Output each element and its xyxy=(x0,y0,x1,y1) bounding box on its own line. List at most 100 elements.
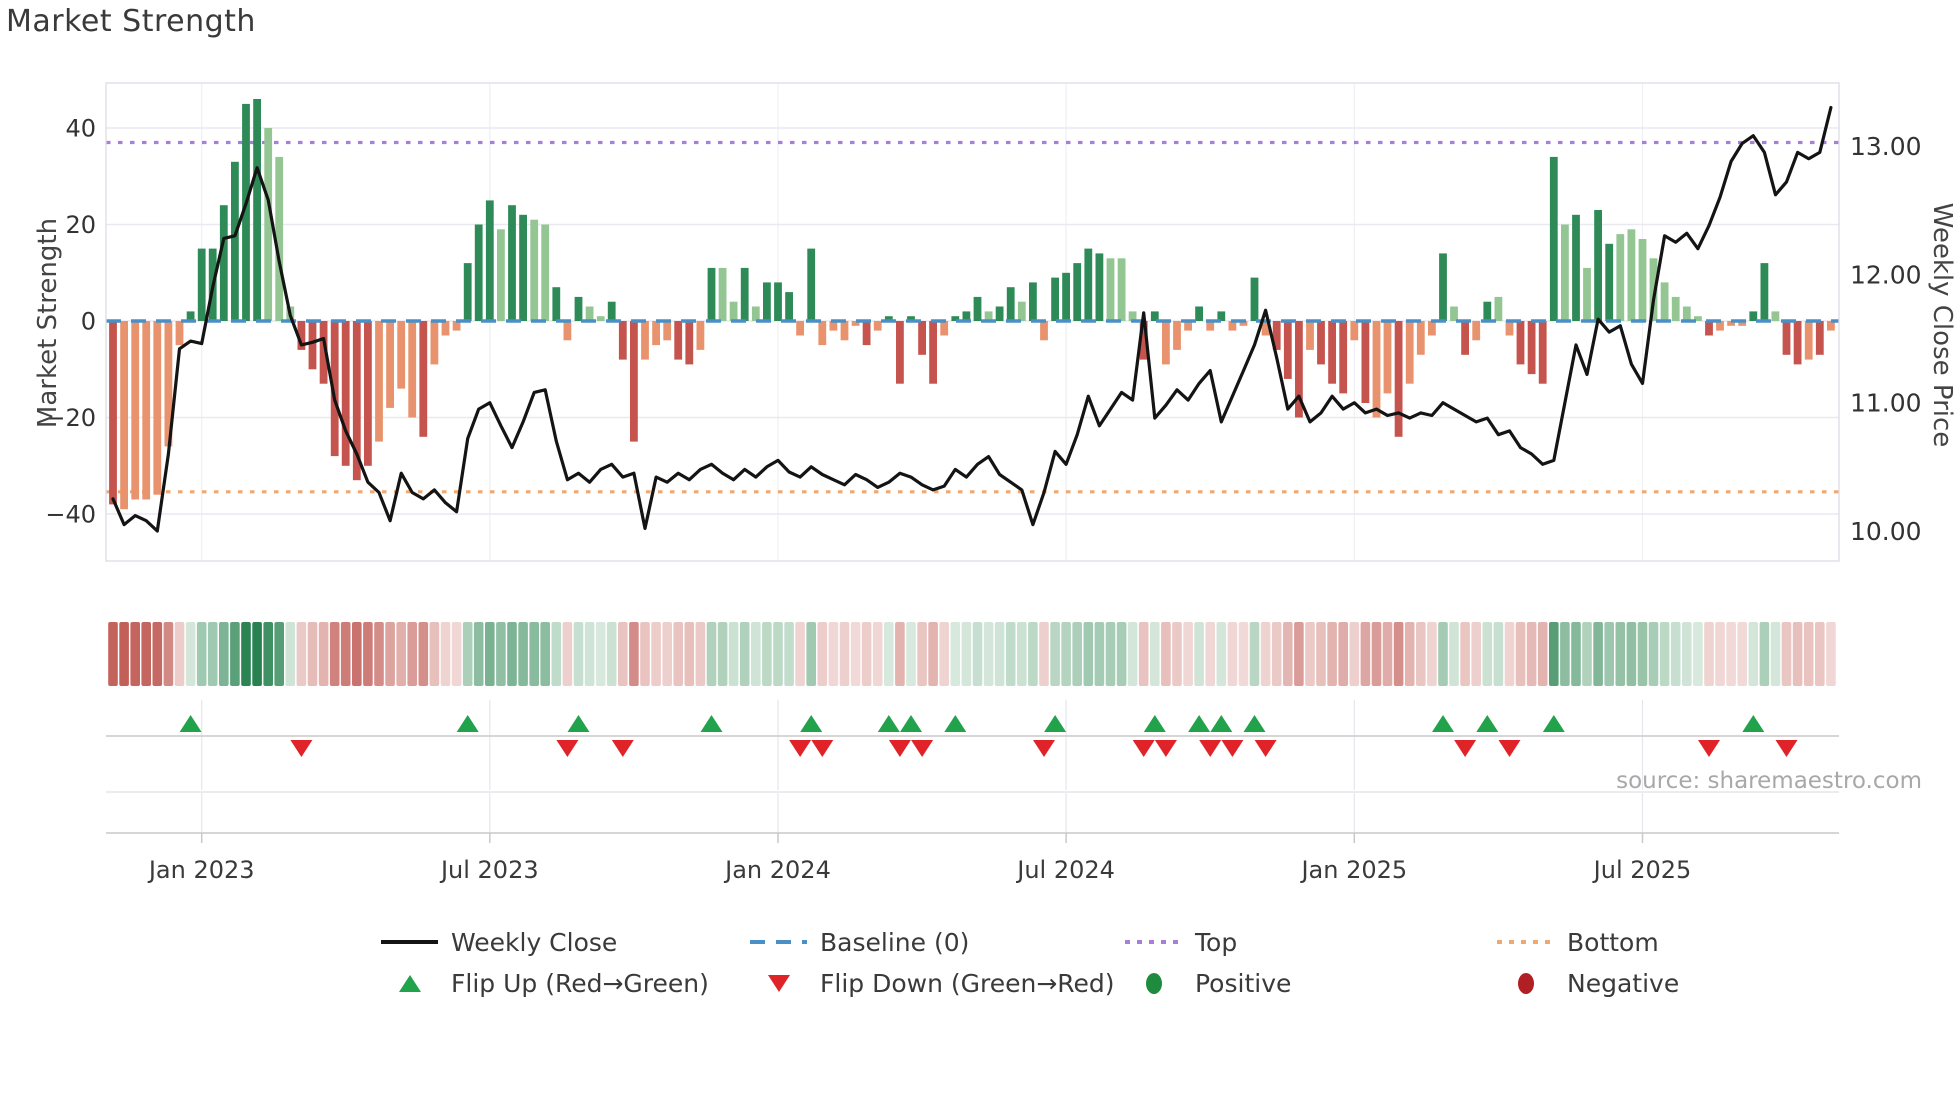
heatmap-cell xyxy=(817,622,828,686)
strength-bar xyxy=(1760,263,1769,321)
strength-bar xyxy=(1782,321,1791,355)
heatmap-cell xyxy=(108,622,118,686)
strength-bar xyxy=(1771,311,1780,321)
heatmap-cell xyxy=(1161,622,1171,686)
heatmap-cell xyxy=(1105,622,1116,686)
strength-bar xyxy=(1549,156,1558,321)
flip-down-marker xyxy=(1033,740,1055,757)
heatmap-cell xyxy=(1427,622,1437,686)
heatmap-cell xyxy=(994,622,1005,686)
y-left-tick-label: −40 xyxy=(45,501,96,529)
heatmap-cell xyxy=(1792,622,1803,686)
heatmap-cell xyxy=(1604,622,1614,686)
x-tick-label: Jan 2023 xyxy=(147,856,255,884)
strength-bar xyxy=(1815,321,1824,355)
heatmap-cell xyxy=(1260,622,1271,686)
x-tick-label: Jul 2023 xyxy=(439,856,539,884)
heatmap-cell xyxy=(1061,622,1071,686)
legend-item-weekly-close: Weekly Close xyxy=(381,925,617,959)
heatmap-cell xyxy=(1726,622,1736,686)
heatmap-cell xyxy=(773,622,783,686)
flip-down-marker xyxy=(1221,740,1244,757)
strength-bar xyxy=(918,321,926,355)
heatmap-cell xyxy=(1582,622,1592,686)
flip-down-marker xyxy=(290,740,313,757)
heatmap-cell xyxy=(884,622,894,686)
flip-up-marker xyxy=(877,715,900,732)
heatmap-cell xyxy=(1183,622,1193,686)
heatmap-cell xyxy=(1305,622,1315,686)
strength-bar xyxy=(940,321,949,336)
heatmap-cell xyxy=(751,622,761,686)
strength-bar xyxy=(1383,321,1392,394)
heatmap-cell xyxy=(684,622,695,686)
flip-up-marker xyxy=(1044,715,1067,732)
heatmap-cell xyxy=(1316,622,1326,686)
heatmap-cell xyxy=(706,622,717,686)
strength-bar xyxy=(1605,243,1614,321)
heatmap-cell xyxy=(1371,622,1382,686)
heatmap-cell xyxy=(717,622,728,686)
strength-bar xyxy=(1405,321,1414,384)
heatmap-cell xyxy=(374,622,384,686)
heatmap-cell xyxy=(462,622,473,686)
y-right-tick-label: 11.00 xyxy=(1850,389,1922,418)
heatmap-cell xyxy=(673,622,683,686)
heatmap-cell xyxy=(928,622,938,686)
flip-down-marker xyxy=(888,740,911,757)
x-tick-label: Jul 2025 xyxy=(1592,856,1692,884)
heatmap-cell xyxy=(318,622,329,686)
heatmap-cell xyxy=(1238,622,1249,686)
flip-down-marker xyxy=(911,740,934,757)
heatmap-cell xyxy=(1637,622,1648,686)
heatmap-cell xyxy=(207,622,218,686)
heatmap-cell xyxy=(872,622,883,686)
heatmap-cell xyxy=(274,622,284,686)
heatmap-cell xyxy=(451,622,462,686)
flip-down-marker xyxy=(611,740,634,757)
heatmap-cell xyxy=(739,622,750,686)
x-tick-label: Jan 2024 xyxy=(723,856,831,884)
heatmap-cell xyxy=(1759,622,1770,686)
strength-bar xyxy=(1527,321,1536,375)
strength-bar xyxy=(541,224,550,321)
strength-bar xyxy=(1195,306,1203,321)
strength-bar xyxy=(109,321,117,505)
legend-item-negative: Negative xyxy=(1497,966,1679,1000)
strength-bar xyxy=(1428,321,1436,336)
heatmap-cell xyxy=(119,622,129,686)
heatmap-cell xyxy=(939,622,949,686)
strength-bar xyxy=(1561,224,1569,321)
strength-bar xyxy=(774,282,782,321)
flip-down-marker xyxy=(1199,740,1222,757)
heatmap-cell xyxy=(1416,622,1426,686)
heatmap-cell xyxy=(1803,622,1814,686)
strength-bar xyxy=(441,321,450,336)
heatmap-cell xyxy=(1039,622,1049,686)
heatmap-cell xyxy=(1438,622,1448,686)
flip-up-marker xyxy=(1210,715,1233,732)
strength-bar xyxy=(1006,287,1015,321)
x-tick-label: Jul 2024 xyxy=(1015,856,1115,884)
heatmap-cell xyxy=(1116,622,1127,686)
heatmap-cell xyxy=(407,622,417,686)
heatmap-cell xyxy=(1083,622,1094,686)
heatmap-cell xyxy=(1294,622,1304,686)
strength-bar xyxy=(1793,321,1802,365)
heatmap-cell xyxy=(263,622,273,686)
strength-bar xyxy=(1372,321,1381,418)
heatmap-cell xyxy=(1050,622,1060,686)
heatmap-cell xyxy=(219,622,229,686)
heatmap-cell xyxy=(861,622,872,686)
heatmap-cell xyxy=(1150,622,1160,686)
heatmap-cell xyxy=(629,622,639,686)
strength-bar xyxy=(197,248,206,321)
strength-bar xyxy=(1705,321,1713,336)
heatmap-cell xyxy=(1249,622,1260,686)
strength-bar xyxy=(1162,321,1170,365)
strength-bar xyxy=(1283,321,1292,379)
heatmap-cell xyxy=(1449,622,1459,686)
heatmap-cell xyxy=(1349,622,1360,686)
strength-bar xyxy=(497,229,505,321)
flip-up-marker xyxy=(800,715,823,732)
